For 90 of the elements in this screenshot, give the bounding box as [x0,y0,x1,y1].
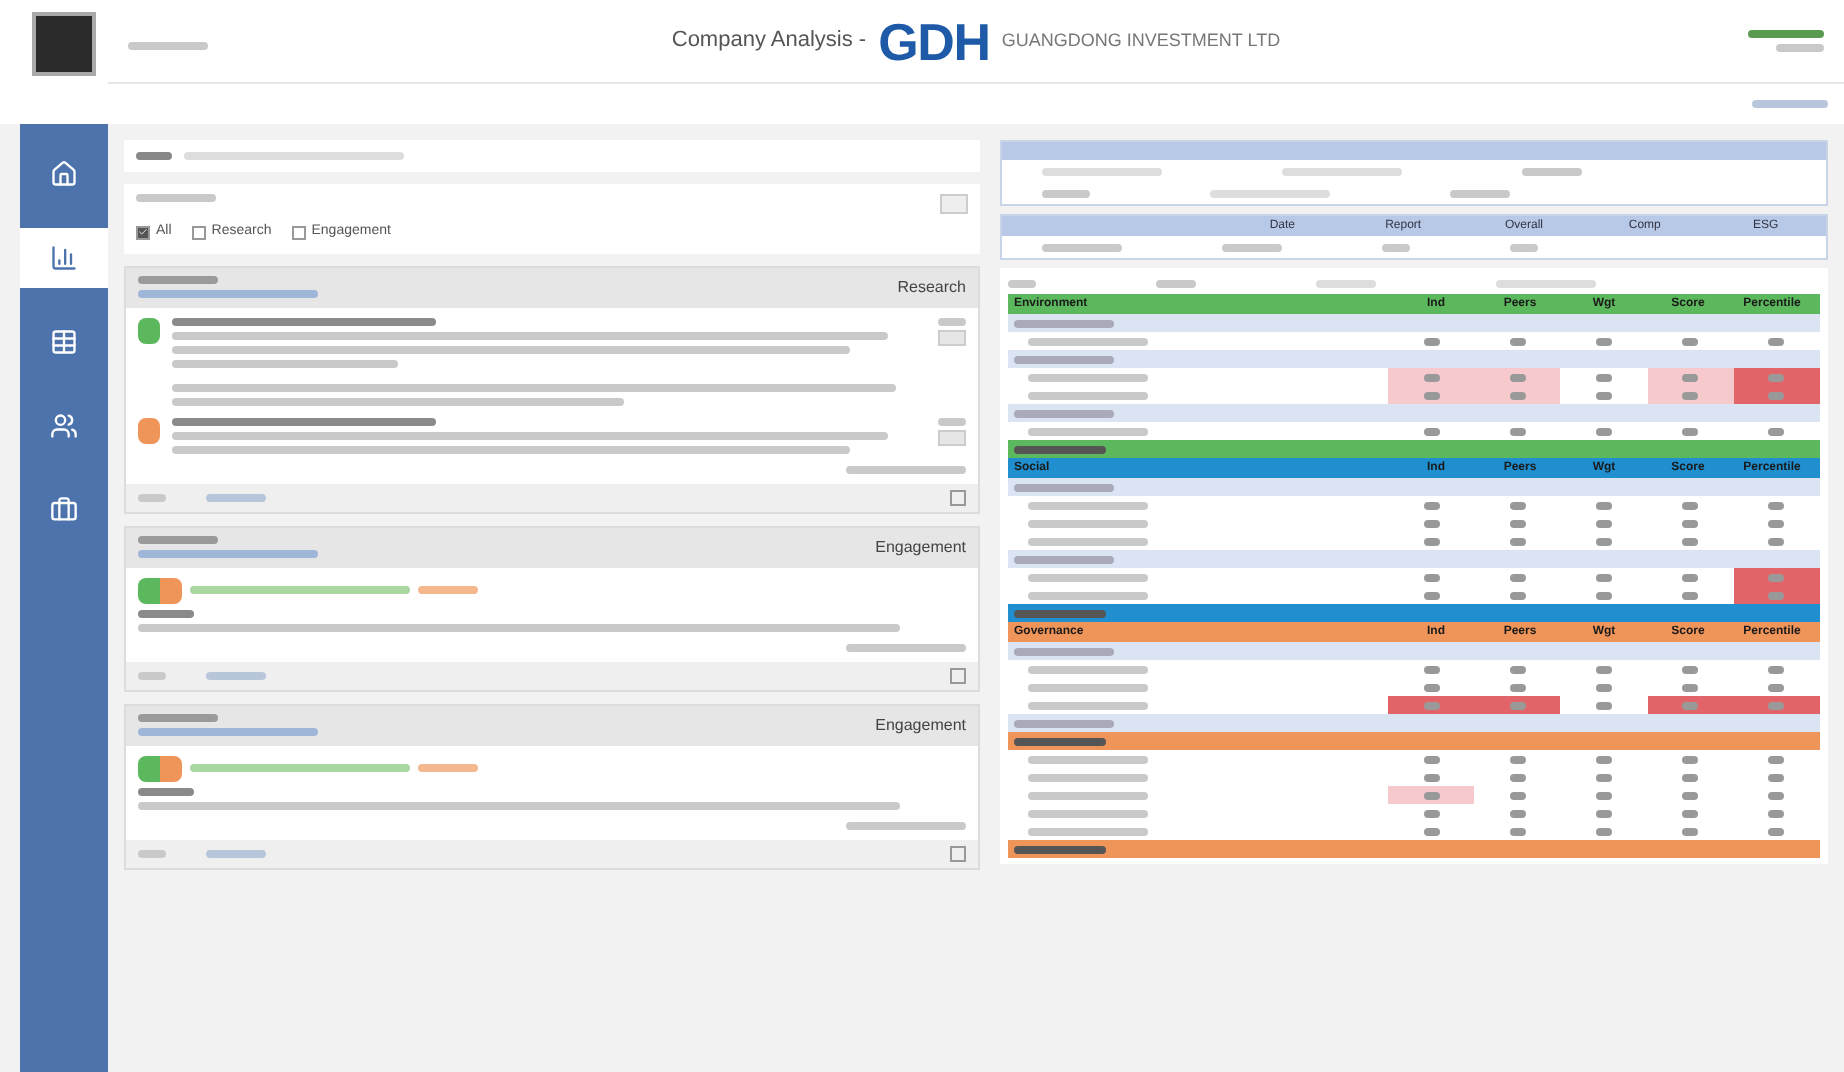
illegible-text [846,821,966,829]
illegible-text [206,849,266,857]
illegible-text [1752,100,1828,108]
illegible-text [1028,573,1148,581]
illegible-text [138,536,218,544]
checkbox[interactable] [291,225,306,240]
illegible-text [136,152,172,160]
company-name: GUANGDONG INVESTMENT LTD [1001,27,1281,54]
illegible-text [138,849,166,857]
illegible-text [1156,280,1196,288]
illegible-text [1028,827,1148,835]
illegible-text [1028,337,1148,345]
illegible-text [846,465,966,473]
illegible-text [1042,167,1162,175]
people-icon [50,412,78,440]
briefcase-icon [50,496,78,524]
illegible-text [846,643,966,651]
illegible-text [1014,845,1106,853]
illegible-text [138,787,194,795]
illegible-text [1510,243,1538,251]
edit-icon [950,667,966,683]
illegible-text [1028,373,1148,381]
illegible-text [1014,445,1106,453]
illegible-text [418,764,478,772]
illegible-text [1028,755,1148,763]
illegible-text [1028,427,1148,435]
illegible-text [1028,665,1148,673]
page-title: Company Analysis - [671,26,867,57]
illegible-text [1014,737,1106,745]
status-square [160,755,182,781]
illegible-text [1028,591,1148,599]
illegible-text [1028,773,1148,781]
illegible-text [1496,280,1596,288]
card-type: Research [897,275,966,299]
illegible-text [128,41,208,49]
illegible-text [1028,391,1148,399]
nav-item[interactable] [20,228,108,288]
card-type: Engagement [875,535,966,559]
filter-field[interactable] [124,140,980,172]
illegible-text [1042,243,1122,251]
illegible-text [1028,537,1148,545]
illegible-text [138,609,194,617]
illegible-text [938,417,966,425]
home-icon [50,160,78,188]
illegible-text [1028,791,1148,799]
illegible-text [1014,719,1114,727]
illegible-text [1028,701,1148,709]
illegible-text [1042,189,1090,197]
company-logo: GDH [878,15,990,67]
illegible-text [1776,44,1824,52]
illegible-text [206,493,266,501]
illegible-text [138,714,218,722]
rating-chip [938,329,966,345]
illegible-text [1014,319,1114,327]
illegible-text [138,276,218,284]
illegible-text [1014,483,1114,491]
illegible-text [1028,519,1148,527]
illegible-text [1014,409,1114,417]
illegible-text [1014,555,1114,563]
rating-chip [938,429,966,445]
status-square [160,577,182,603]
illegible-text [1028,501,1148,509]
table-icon [50,328,78,356]
illegible-text [1450,189,1510,197]
logo-icon [32,12,96,76]
illegible-text [206,671,266,679]
illegible-text [938,317,966,325]
illegible-text [138,671,166,679]
illegible-text [1008,280,1036,288]
illegible-text [1522,167,1582,175]
illegible-text [1282,167,1402,175]
illegible-text [1748,30,1824,38]
card-type: Engagement [875,713,966,737]
bar-chart-icon [50,244,78,272]
illegible-text [1028,809,1148,817]
illegible-text [1316,280,1376,288]
illegible-text [1382,243,1410,251]
checkbox[interactable] [191,225,206,240]
edit-icon [950,845,966,861]
illegible-text [136,194,216,202]
illegible-text [1014,647,1114,655]
illegible-text [1028,683,1148,691]
checkbox[interactable] [136,225,150,240]
illegible-text [1014,355,1114,363]
illegible-text [418,586,478,594]
edit-icon [950,489,966,505]
illegible-text [1210,189,1330,197]
illegible-text [1014,609,1106,617]
illegible-text [138,493,166,501]
illegible-text [1222,243,1282,251]
